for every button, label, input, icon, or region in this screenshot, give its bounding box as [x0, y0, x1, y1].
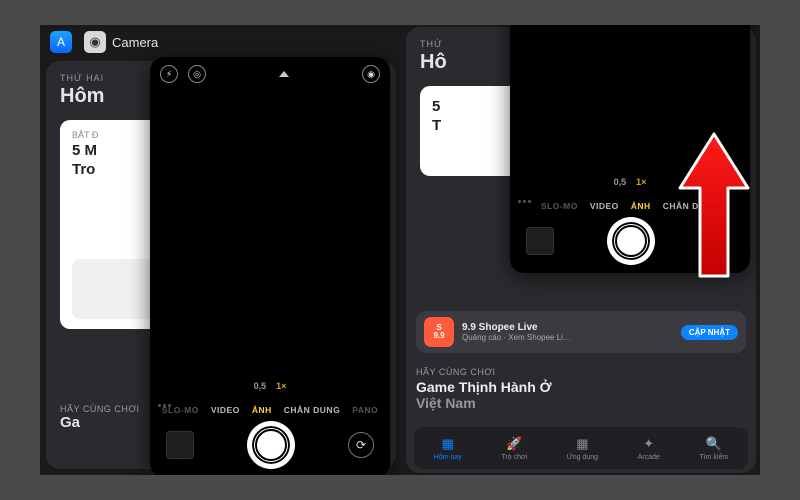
- mode-photo[interactable]: ẢNH: [252, 405, 272, 415]
- tab-label: Trò chơi: [501, 454, 527, 461]
- shopee-badge-99: 9.9: [433, 332, 444, 340]
- arcade-icon: ✦: [643, 436, 654, 452]
- tab-games[interactable]: 🚀 Trò chơi: [501, 436, 527, 461]
- mode-row: SLO-MO VIDEO ẢNH CHÂN DUNG: [510, 201, 750, 211]
- zoom-row: 0,5 1×: [510, 177, 750, 187]
- games-section: HÃY CÙNG CHƠI Game Thịnh Hành Ở Việt Nam: [416, 361, 746, 411]
- filters-button[interactable]: ◉: [362, 65, 380, 83]
- shutter-button[interactable]: [609, 219, 653, 263]
- left-panel: A ◉ Camera THỨ HAI Hôm BẮT Đ 5 M Tro HÃY…: [40, 25, 400, 475]
- mode-portrait[interactable]: CHÂN DUNG: [284, 405, 340, 415]
- mode-video[interactable]: VIDEO: [211, 405, 240, 415]
- tab-search[interactable]: 🔍 Tìm kiếm: [699, 436, 728, 461]
- flip-icon: ⟳: [356, 438, 366, 452]
- shutter-button[interactable]: [249, 423, 293, 467]
- tab-label: Tìm kiếm: [699, 454, 728, 461]
- chevron-up-icon[interactable]: [279, 71, 289, 77]
- camera-controls: ⟳: [150, 423, 390, 467]
- tab-today[interactable]: ▦ Hôm nay: [434, 436, 462, 461]
- zoom-1x[interactable]: 1×: [276, 381, 286, 391]
- list-item-text: 9.9 Shopee Live Quảng cáo · Xem Shopee L…: [462, 322, 571, 342]
- mode-pano[interactable]: PANO: [352, 405, 378, 415]
- appstore-icon[interactable]: A: [50, 31, 72, 53]
- mode-slomo[interactable]: SLO-MO: [162, 405, 199, 415]
- camera-glyph: ◉: [89, 34, 100, 50]
- camera-app-icon[interactable]: ◉: [84, 31, 106, 53]
- tab-label: Ứng dụng: [567, 454, 598, 461]
- camera-card-raised[interactable]: 0,5 1× SLO-MO VIDEO ẢNH CHÂN DUNG: [510, 25, 750, 273]
- live-toggle[interactable]: ◎: [188, 65, 206, 83]
- camera-controls: [510, 219, 750, 263]
- update-button[interactable]: CẬP NHẬT: [681, 325, 738, 340]
- appstore-glyph: A: [57, 35, 65, 49]
- section-title-2: Việt Nam: [416, 395, 746, 411]
- mode-photo[interactable]: ẢNH: [631, 201, 651, 211]
- list-item[interactable]: S 9.9 9.9 Shopee Live Quảng cáo · Xem Sh…: [416, 311, 746, 353]
- zoom-row: 0,5 1×: [150, 381, 390, 391]
- section-kicker: HÃY CÙNG CHƠI: [416, 367, 746, 377]
- tab-label: Hôm nay: [434, 454, 462, 461]
- section-title-1: Game Thịnh Hành Ở: [416, 379, 746, 395]
- zoom-0-5[interactable]: 0,5: [254, 381, 267, 391]
- list-item-title: 9.9 Shopee Live: [462, 322, 571, 333]
- tab-apps[interactable]: ▦ Ứng dụng: [567, 436, 598, 461]
- mode-row: SLO-MO VIDEO ẢNH CHÂN DUNG PANO: [150, 405, 390, 415]
- appstore-tabbar: ▦ Hôm nay 🚀 Trò chơi ▦ Ứng dụng ✦ Arcade 🔍 Tì…: [414, 427, 748, 469]
- live-icon: ◎: [193, 69, 201, 80]
- games-icon: 🚀: [506, 436, 522, 452]
- apps-icon: ▦: [576, 436, 588, 452]
- tab-label: Arcade: [638, 454, 660, 461]
- tab-arcade[interactable]: ✦ Arcade: [638, 436, 660, 461]
- list-item-sub: Quảng cáo · Xem Shopee Li…: [462, 333, 571, 342]
- flash-icon: ⚡︎: [166, 69, 172, 80]
- today-icon: ▦: [442, 436, 454, 452]
- flip-camera-button[interactable]: ⟳: [348, 432, 374, 458]
- search-icon: 🔍: [706, 436, 722, 452]
- camera-top-bar: ⚡︎ ◎ ◉: [150, 57, 390, 91]
- app-list: S 9.9 9.9 Shopee Live Quảng cáo · Xem Sh…: [416, 311, 746, 411]
- mode-portrait[interactable]: CHÂN DUNG: [663, 201, 719, 211]
- camera-card[interactable]: ⚡︎ ◎ ◉ 0,5 1× SLO-MO VIDEO ẢNH CHÂN DUNG…: [150, 57, 390, 475]
- flash-toggle[interactable]: ⚡︎: [160, 65, 178, 83]
- mode-slomo[interactable]: SLO-MO: [541, 201, 578, 211]
- right-panel: THỨ Hô 5 T S 9.9 9.9 Shopee Live Quảng c…: [400, 25, 760, 475]
- shopee-icon: S 9.9: [424, 317, 454, 347]
- zoom-1x[interactable]: 1×: [636, 177, 646, 187]
- mode-video[interactable]: VIDEO: [590, 201, 619, 211]
- filters-icon: ◉: [367, 69, 375, 80]
- last-photo-thumb[interactable]: [166, 431, 194, 459]
- app-switcher-header: A ◉ Camera: [50, 31, 158, 53]
- camera-app-label: Camera: [112, 35, 158, 50]
- zoom-0-5[interactable]: 0,5: [614, 177, 627, 187]
- last-photo-thumb[interactable]: [526, 227, 554, 255]
